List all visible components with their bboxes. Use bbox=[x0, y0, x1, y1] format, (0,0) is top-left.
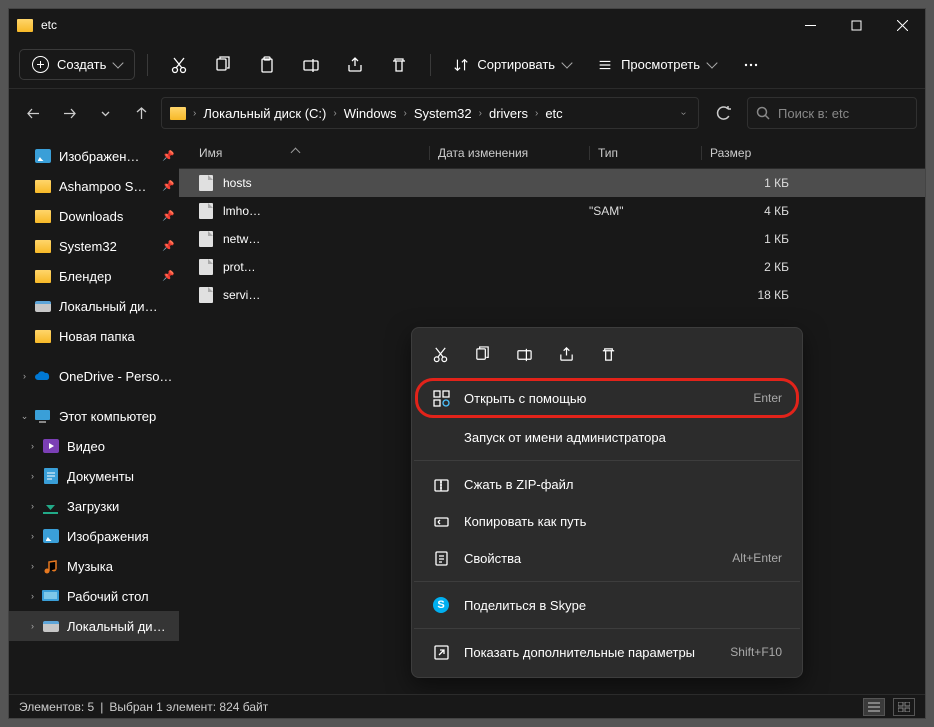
plus-icon bbox=[32, 56, 49, 73]
sidebar-item[interactable]: ›Музыка bbox=[9, 551, 179, 581]
maximize-button[interactable] bbox=[833, 9, 879, 41]
file-row[interactable]: netw…1 КБ bbox=[179, 225, 925, 253]
folder-icon bbox=[17, 19, 33, 32]
file-icon bbox=[199, 203, 213, 219]
properties-icon bbox=[432, 549, 450, 567]
sidebar-item[interactable]: ⌄Этот компьютер bbox=[9, 401, 179, 431]
file-row[interactable]: prot…2 КБ bbox=[179, 253, 925, 281]
open-with-item[interactable]: Открыть с помощью Enter bbox=[415, 378, 799, 418]
details-view-button[interactable] bbox=[863, 698, 885, 716]
sidebar-item[interactable]: Локальный ди… bbox=[9, 291, 179, 321]
path-icon bbox=[432, 512, 450, 530]
selection-info: Выбран 1 элемент: 824 байт bbox=[109, 700, 268, 714]
close-button[interactable] bbox=[879, 9, 925, 41]
status-bar: Элементов: 5 | Выбран 1 элемент: 824 бай… bbox=[9, 694, 925, 718]
sidebar-item[interactable]: System32📌 bbox=[9, 231, 179, 261]
chevron-down-icon bbox=[706, 57, 717, 68]
chevron-down-icon[interactable]: › bbox=[678, 108, 689, 117]
new-button[interactable]: Создать bbox=[19, 49, 135, 80]
paste-button[interactable] bbox=[248, 46, 286, 84]
folder-icon bbox=[170, 107, 186, 120]
file-row[interactable]: lmho…"SAM"4 КБ bbox=[179, 197, 925, 225]
chevron-down-icon bbox=[113, 57, 124, 68]
back-button[interactable] bbox=[17, 97, 49, 129]
properties-item[interactable]: Свойства Alt+Enter bbox=[418, 540, 796, 576]
copy-button[interactable] bbox=[204, 46, 242, 84]
sidebar: Изображен…📌Ashampoo S…📌Downloads📌System3… bbox=[9, 137, 179, 694]
column-size[interactable]: Размер bbox=[701, 146, 801, 160]
open-with-icon bbox=[432, 389, 450, 407]
run-as-admin-item[interactable]: Запуск от имени администратора bbox=[418, 419, 796, 455]
view-button[interactable]: Просмотреть bbox=[587, 51, 726, 79]
rename-button[interactable] bbox=[506, 338, 542, 370]
breadcrumb[interactable]: Windows bbox=[340, 106, 401, 121]
sidebar-item[interactable]: ›OneDrive - Perso… bbox=[9, 361, 179, 391]
share-button[interactable] bbox=[548, 338, 584, 370]
delete-button[interactable] bbox=[380, 46, 418, 84]
address-bar[interactable]: › Локальный диск (C:)› Windows› System32… bbox=[161, 97, 699, 129]
column-headers: Имя Дата изменения Тип Размер bbox=[179, 137, 925, 169]
sidebar-item[interactable]: ›Видео bbox=[9, 431, 179, 461]
show-more-options-item[interactable]: Показать дополнительные параметры Shift+… bbox=[418, 634, 796, 670]
window-title: etc bbox=[41, 18, 57, 32]
rename-button[interactable] bbox=[292, 46, 330, 84]
sidebar-item[interactable]: Новая папка bbox=[9, 321, 179, 351]
copy-as-path-item[interactable]: Копировать как путь bbox=[418, 503, 796, 539]
skype-icon: S bbox=[433, 597, 449, 613]
item-count: Элементов: 5 bbox=[19, 700, 94, 714]
sidebar-item[interactable]: Downloads📌 bbox=[9, 201, 179, 231]
navbar: › Локальный диск (C:)› Windows› System32… bbox=[9, 89, 925, 137]
chevron-down-icon bbox=[561, 57, 572, 68]
breadcrumb[interactable]: drivers bbox=[485, 106, 532, 121]
sidebar-item[interactable]: ›Локальный ди… bbox=[9, 611, 179, 641]
file-row[interactable]: hosts1 КБ bbox=[179, 169, 925, 197]
sidebar-item[interactable]: ›Загрузки bbox=[9, 491, 179, 521]
breadcrumb[interactable]: Локальный диск (C:) bbox=[199, 106, 330, 121]
breadcrumb[interactable]: System32 bbox=[410, 106, 476, 121]
sidebar-item[interactable]: ›Рабочий стол bbox=[9, 581, 179, 611]
sort-asc-icon bbox=[291, 148, 301, 158]
file-icon bbox=[199, 175, 213, 191]
more-button[interactable] bbox=[732, 46, 770, 84]
toolbar: Создать Сортировать Просмотреть bbox=[9, 41, 925, 89]
delete-button[interactable] bbox=[590, 338, 626, 370]
compress-zip-item[interactable]: Сжать в ZIP-файл bbox=[418, 466, 796, 502]
share-button[interactable] bbox=[336, 46, 374, 84]
icons-view-button[interactable] bbox=[893, 698, 915, 716]
refresh-button[interactable] bbox=[707, 97, 739, 129]
minimize-button[interactable] bbox=[787, 9, 833, 41]
context-menu: Открыть с помощью Enter Запуск от имени … bbox=[411, 327, 803, 678]
column-name[interactable]: Имя bbox=[199, 146, 429, 160]
file-icon bbox=[199, 259, 213, 275]
sidebar-item[interactable]: ›Изображения bbox=[9, 521, 179, 551]
titlebar: etc bbox=[9, 9, 925, 41]
sidebar-item[interactable]: Изображен…📌 bbox=[9, 141, 179, 171]
search-icon bbox=[756, 106, 770, 120]
sidebar-item[interactable]: Ashampoo S…📌 bbox=[9, 171, 179, 201]
expand-icon bbox=[432, 643, 450, 661]
column-type[interactable]: Тип bbox=[589, 146, 701, 160]
column-date[interactable]: Дата изменения bbox=[429, 146, 589, 160]
copy-button[interactable] bbox=[464, 338, 500, 370]
sidebar-item[interactable]: Блендер📌 bbox=[9, 261, 179, 291]
zip-icon bbox=[432, 475, 450, 493]
file-icon bbox=[199, 231, 213, 247]
share-skype-item[interactable]: S Поделиться в Skype bbox=[418, 587, 796, 623]
breadcrumb[interactable]: etc bbox=[541, 106, 566, 121]
file-icon bbox=[199, 287, 213, 303]
chevron-down-icon[interactable] bbox=[89, 97, 121, 129]
search-input[interactable]: Поиск в: etc bbox=[747, 97, 917, 129]
sidebar-item[interactable]: ›Документы bbox=[9, 461, 179, 491]
file-row[interactable]: servi…18 КБ bbox=[179, 281, 925, 309]
file-list: Имя Дата изменения Тип Размер hosts1 КБl… bbox=[179, 137, 925, 694]
sort-button[interactable]: Сортировать bbox=[443, 51, 581, 79]
cut-button[interactable] bbox=[422, 338, 458, 370]
explorer-window: etc Создать Сортировать Просмотреть bbox=[8, 8, 926, 719]
up-button[interactable] bbox=[125, 97, 157, 129]
cut-button[interactable] bbox=[160, 46, 198, 84]
forward-button[interactable] bbox=[53, 97, 85, 129]
